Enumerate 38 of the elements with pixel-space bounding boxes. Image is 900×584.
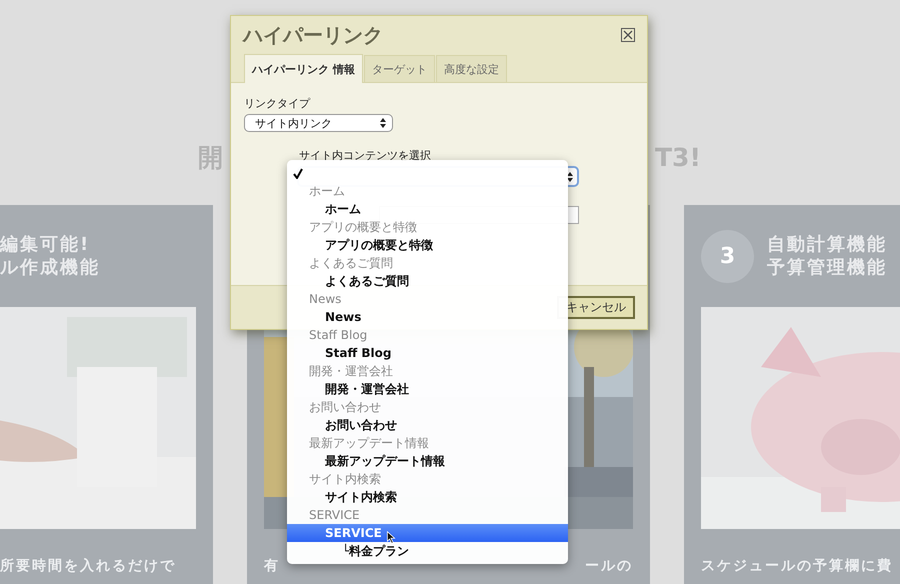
group-label: 開発・運営会社 (309, 362, 393, 380)
card-title: 予算管理機能 (767, 256, 887, 279)
group-label: Staff Blog (309, 328, 368, 342)
group-label: サイト内検索 (309, 470, 381, 488)
stepper-icon (380, 118, 386, 128)
menu-option[interactable]: サイト内検索 (287, 488, 568, 506)
card-title: ル作成機能 (0, 256, 100, 279)
tab[interactable]: ハイパーリンク 情報 (244, 54, 363, 83)
field-label: サイト内コンテンツを選択 (299, 148, 432, 163)
menu-option[interactable]: アプリの概要と特徴 (287, 236, 568, 254)
menu-option[interactable]: ホーム (287, 200, 568, 218)
dialog-title: ハイパーリンク (243, 22, 383, 48)
card-title: 自動計算機能 (767, 233, 887, 256)
menu-option[interactable]: 最新アップデート情報 (287, 452, 568, 470)
tab[interactable]: ターゲット (364, 55, 435, 82)
group-label: よくあるご質問 (309, 254, 393, 272)
card-caption: スケジュールの予算欄に費 (701, 557, 893, 575)
step-number: 3 (701, 230, 754, 282)
tab[interactable]: 高度な設定 (436, 55, 507, 82)
group-label: お問い合わせ (309, 398, 381, 416)
card-caption: 有 (264, 557, 280, 575)
menu-option[interactable]: └料金プラン (287, 542, 568, 560)
card-caption: 所要時間を入れるだけで (0, 557, 176, 575)
group-label: 最新アップデート情報 (309, 434, 429, 452)
group-label: ホーム (309, 182, 345, 200)
menu-option[interactable]: お問い合わせ (287, 416, 568, 434)
group-label: アプリの概要と特徴 (309, 218, 417, 236)
cursor-icon (386, 531, 396, 544)
group-label: SERVICE (309, 508, 360, 522)
menu-option[interactable]: SERVICE (287, 524, 568, 542)
group-label: News (309, 292, 342, 306)
card-caption: ールの (585, 557, 633, 575)
link-type-select[interactable]: サイト内リンク (244, 114, 393, 132)
menu-option[interactable]: Staff Blog (287, 344, 568, 362)
menu-option[interactable]: 開発・運営会社 (287, 380, 568, 398)
close-button[interactable] (621, 28, 635, 42)
field-label: リンクタイプ (244, 96, 312, 111)
menu-option[interactable]: よくあるご質問 (287, 272, 568, 290)
